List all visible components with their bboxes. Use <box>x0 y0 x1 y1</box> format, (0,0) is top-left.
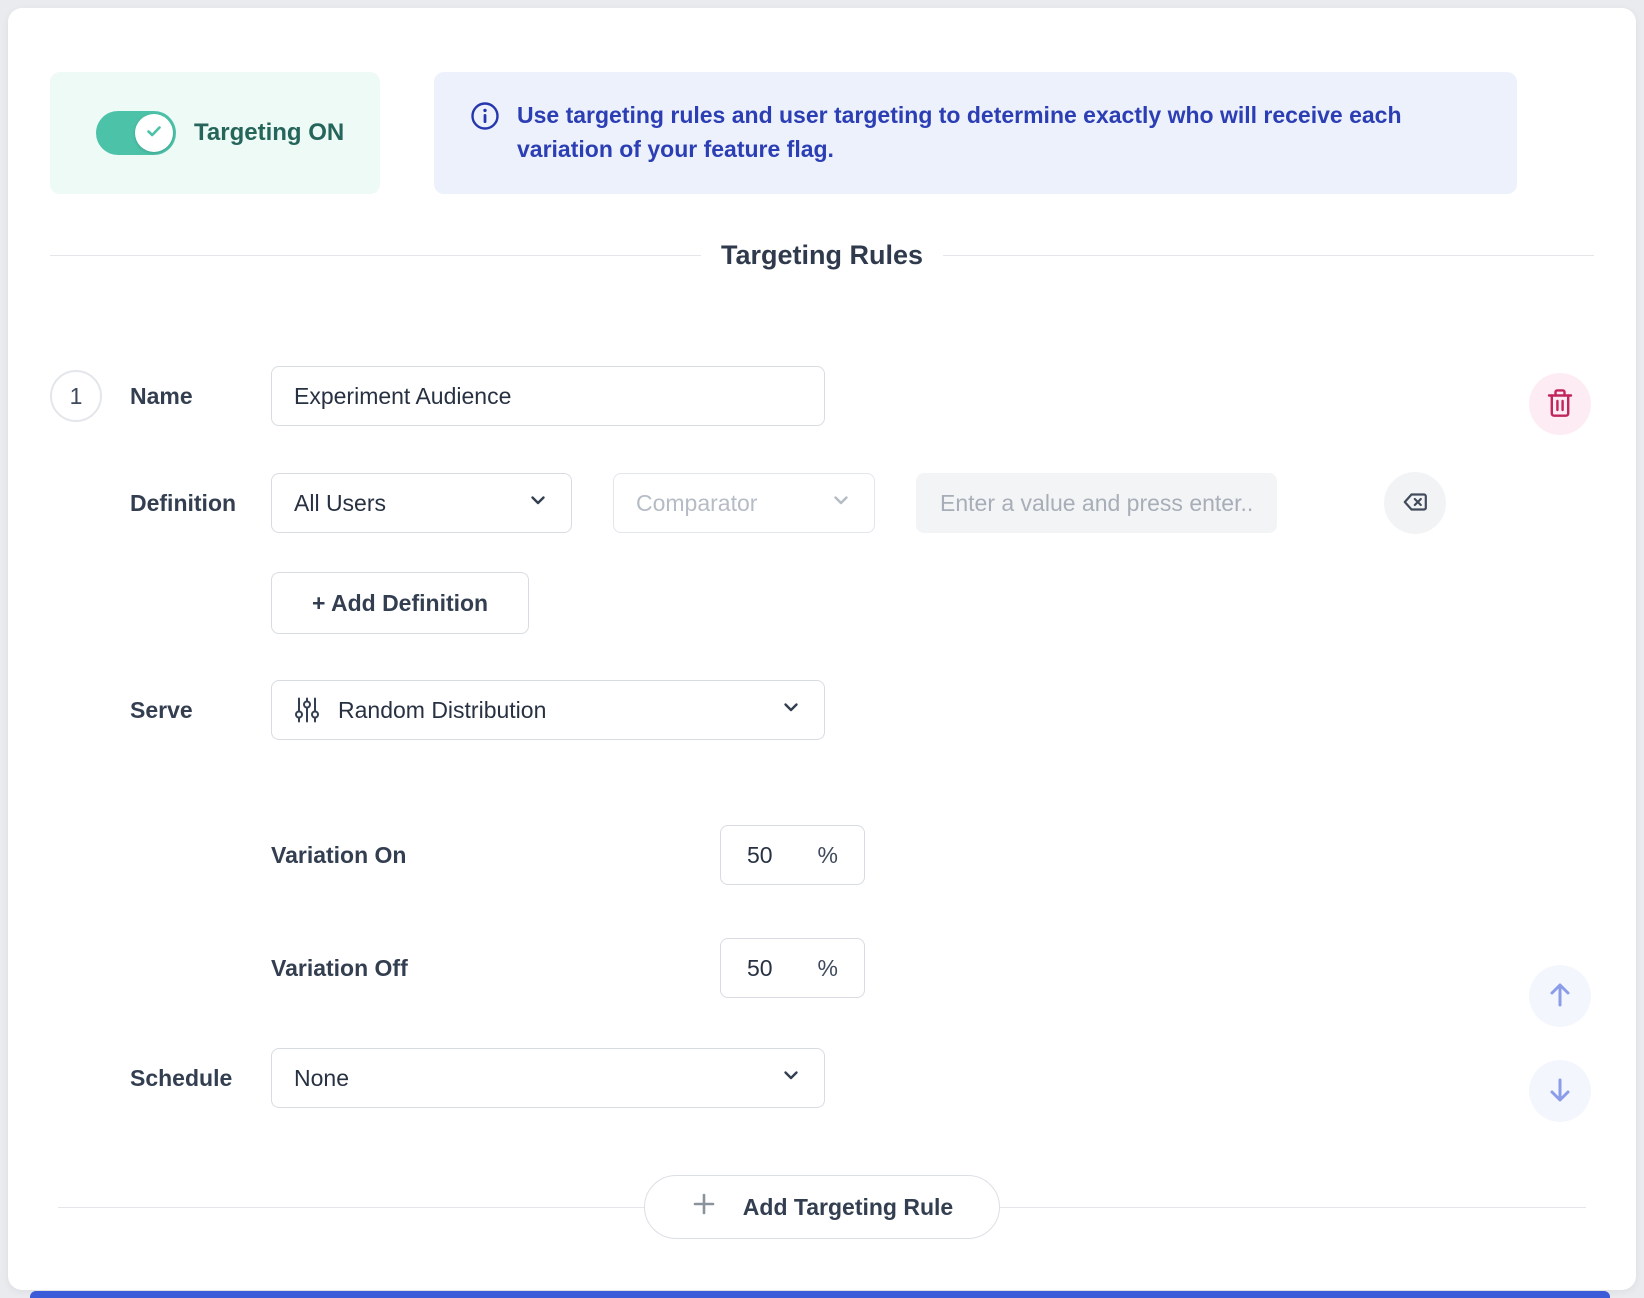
comparator-select[interactable]: Comparator <box>613 473 875 533</box>
comparator-placeholder: Comparator <box>636 490 757 517</box>
definition-value-input[interactable] <box>916 473 1277 533</box>
chevron-down-icon <box>830 489 852 517</box>
variation-off-input[interactable]: 50 % <box>720 938 865 998</box>
serve-label: Serve <box>130 697 271 724</box>
schedule-select[interactable]: None <box>271 1048 825 1108</box>
definition-row: Definition All Users Comparator <box>50 472 1594 534</box>
move-rule-down-button[interactable] <box>1529 1060 1591 1122</box>
schedule-select-value: None <box>294 1065 349 1092</box>
variation-on-label: Variation On <box>271 842 720 869</box>
divider-line <box>50 255 701 256</box>
top-row: Targeting ON Use targeting rules and use… <box>50 72 1594 194</box>
footer-row: Add Targeting Rule <box>50 1175 1594 1239</box>
check-icon <box>144 121 164 146</box>
chevron-down-icon <box>780 696 802 724</box>
audience-select[interactable]: All Users <box>271 473 572 533</box>
variation-off-value[interactable]: 50 <box>747 955 773 982</box>
add-definition-row: + Add Definition <box>50 572 1594 634</box>
info-banner: Use targeting rules and user targeting t… <box>434 72 1517 194</box>
percent-sign: % <box>818 955 838 982</box>
arrow-down-icon <box>1544 1074 1576 1109</box>
backspace-icon <box>1400 487 1430 520</box>
sliders-icon <box>294 696 320 724</box>
clear-value-button[interactable] <box>1384 472 1446 534</box>
chevron-down-icon <box>780 1064 802 1092</box>
arrow-up-icon <box>1544 979 1576 1014</box>
chevron-down-icon <box>527 489 549 517</box>
info-icon <box>470 101 500 194</box>
variation-off-row: Variation Off 50 % <box>50 938 1594 998</box>
toggle-label: Targeting ON <box>194 119 344 147</box>
add-definition-button[interactable]: + Add Definition <box>271 572 529 634</box>
variation-on-value[interactable]: 50 <box>747 842 773 869</box>
next-section-accent-bar <box>30 1291 1610 1298</box>
name-label: Name <box>130 383 271 410</box>
rule-name-input[interactable] <box>271 366 825 426</box>
serve-select-value: Random Distribution <box>338 697 546 724</box>
variation-on-input[interactable]: 50 % <box>720 825 865 885</box>
rule-name-row: 1 Name <box>50 366 1594 426</box>
delete-rule-button[interactable] <box>1529 373 1591 435</box>
targeting-toggle[interactable] <box>96 111 176 155</box>
add-targeting-rule-label: Add Targeting Rule <box>743 1194 953 1221</box>
schedule-row: Schedule None <box>50 1048 1594 1108</box>
banner-text: Use targeting rules and user targeting t… <box>517 98 1477 194</box>
serve-select[interactable]: Random Distribution <box>271 680 825 740</box>
divider-line <box>943 255 1594 256</box>
section-title: Targeting Rules <box>721 240 923 271</box>
definition-label: Definition <box>130 490 271 517</box>
percent-sign: % <box>818 842 838 869</box>
section-title-row: Targeting Rules <box>50 238 1594 272</box>
variation-off-label: Variation Off <box>271 955 720 982</box>
rule-number-badge: 1 <box>50 370 102 422</box>
serve-row: Serve Random Distribution <box>50 680 1594 740</box>
targeting-toggle-panel: Targeting ON <box>50 72 380 194</box>
toggle-knob <box>135 114 173 152</box>
trash-icon <box>1545 387 1575 422</box>
plus-icon <box>691 1191 717 1223</box>
schedule-label: Schedule <box>130 1065 271 1092</box>
variation-on-row: Variation On 50 % <box>50 825 1594 885</box>
move-rule-up-button[interactable] <box>1529 965 1591 1027</box>
targeting-card: Targeting ON Use targeting rules and use… <box>8 8 1636 1290</box>
add-targeting-rule-button[interactable]: Add Targeting Rule <box>644 1175 1000 1239</box>
audience-select-value: All Users <box>294 490 386 517</box>
